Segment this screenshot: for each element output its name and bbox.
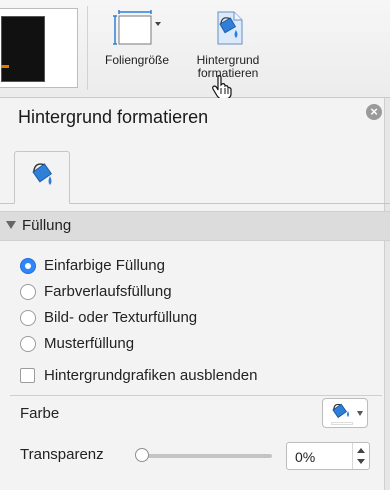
current-color-swatch	[331, 422, 353, 425]
radio-label: Farbverlaufsfüllung	[44, 283, 172, 300]
close-icon[interactable]: ×	[366, 104, 382, 120]
paint-bucket-icon	[32, 163, 53, 185]
fill-section-label: Füllung	[22, 217, 72, 234]
transparency-slider-thumb[interactable]	[135, 448, 149, 462]
slide-thumbnail-preview	[1, 16, 45, 82]
fill-section-header[interactable]: Füllung	[0, 211, 390, 241]
collapse-arrow-icon	[6, 221, 16, 229]
hand-cursor-icon	[212, 75, 232, 100]
radio-button[interactable]	[20, 310, 36, 326]
radio-button[interactable]	[20, 336, 36, 352]
radio-label: Musterfüllung	[44, 335, 135, 352]
radio-button[interactable]	[20, 284, 36, 300]
stepper-up-icon[interactable]	[357, 448, 365, 453]
transparency-stepper[interactable]	[352, 443, 369, 469]
format-background-button[interactable]: Hintergrund formatieren	[184, 10, 272, 80]
hide-background-graphics-label: Hintergrundgrafiken ausblenden	[44, 367, 258, 384]
radio-label: Einfarbige Füllung	[44, 257, 165, 274]
slide-size-label: Foliengröße	[104, 53, 170, 67]
slide-size-button[interactable]: Foliengröße	[96, 10, 178, 67]
radio-button-selected[interactable]	[20, 258, 36, 274]
slide-thumbnail[interactable]	[0, 8, 78, 88]
chevron-down-icon	[357, 411, 363, 416]
slide-size-icon	[113, 10, 161, 45]
section-divider	[10, 395, 382, 396]
transparency-value[interactable]: 0%	[295, 449, 315, 465]
pane-title: Hintergrund formatieren	[18, 107, 209, 127]
tab-fill[interactable]	[14, 151, 70, 204]
radio-label: Bild- oder Texturfüllung	[44, 309, 198, 326]
ribbon: Foliengröße Hintergrund formatieren	[0, 0, 390, 100]
slide-thumbnail-accent	[1, 65, 9, 68]
transparency-slider-track[interactable]	[142, 454, 272, 458]
transparency-label: Transparenz	[20, 446, 104, 463]
stepper-down-icon[interactable]	[357, 459, 365, 464]
format-background-icon	[217, 11, 243, 45]
transparency-input[interactable]: 0%	[286, 442, 370, 470]
color-picker-button[interactable]	[322, 398, 368, 428]
paint-bucket-icon	[332, 403, 349, 419]
hide-background-graphics-checkbox[interactable]	[20, 368, 35, 383]
color-label: Farbe	[20, 405, 60, 422]
ribbon-separator	[87, 6, 88, 90]
